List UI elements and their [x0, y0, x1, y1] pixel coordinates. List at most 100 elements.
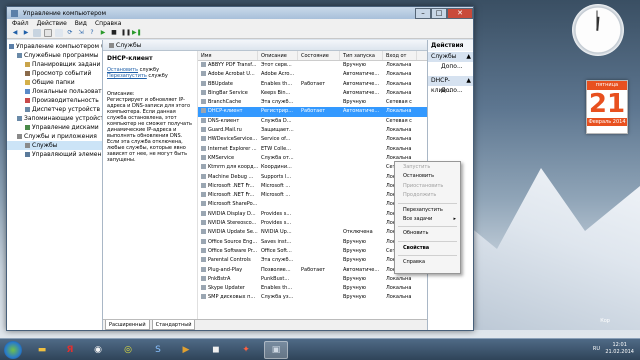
table-row[interactable]: HWDeviceService... Service of... Локальна — [198, 135, 427, 144]
context-menu-item[interactable]: Все задачи ▸ — [395, 215, 460, 224]
menu-view[interactable]: Вид — [75, 19, 87, 28]
tree-item[interactable]: Локальные пользоват — [7, 87, 102, 96]
tree-item[interactable]: Запоминающие устройст — [7, 114, 102, 123]
chrome-icon[interactable]: ◎ — [116, 341, 140, 359]
table-row[interactable]: Parental ControlsЭта служб...ВручнуюЛока… — [198, 256, 427, 265]
calendar-gadget[interactable]: пятница 21 Февраль 2014 — [586, 80, 628, 134]
menu-action[interactable]: Действие — [37, 19, 67, 28]
table-row[interactable]: Microsoft .NET Fr...Microsoft ...Локальн… — [198, 191, 427, 200]
tab-standard[interactable]: Стандартный — [151, 320, 196, 330]
table-row[interactable]: Ktmrm для коорд...Координи...Сетевая с — [198, 163, 427, 172]
tree-item[interactable]: Производительность — [7, 96, 102, 105]
tree-item[interactable]: Службы и приложения — [7, 132, 102, 141]
service-name: DNS-клиент — [198, 117, 258, 126]
computer-management-taskbar-icon[interactable]: ▣ — [264, 341, 288, 359]
table-row[interactable]: BBUpdate Enables th... Работает Автоматиче.… — [198, 80, 427, 89]
column-logon[interactable]: Вход от — [383, 51, 417, 60]
context-menu-item[interactable]: Справка — [395, 258, 460, 267]
table-row[interactable]: NVIDIA Update Se... NVIDIA Up... Отключена… — [198, 228, 427, 237]
table-row[interactable]: Office Source Eng... Saves inst... Вручную… — [198, 238, 427, 247]
column-description[interactable]: Описание — [258, 51, 298, 60]
cell-text: Локальна — [386, 108, 412, 115]
restart-service-link[interactable]: Перезапустить — [107, 73, 147, 79]
refresh-icon[interactable]: ⟳ — [66, 29, 74, 37]
close-button[interactable]: ✕ — [447, 7, 473, 19]
context-menu-item[interactable]: Свойства — [395, 244, 460, 253]
tree-item[interactable]: Управляющий элемен — [7, 150, 102, 159]
start-service-icon[interactable]: ▶ — [99, 29, 107, 37]
table-row[interactable]: Internet Explorer ... ETW Colle... Локальн… — [198, 145, 427, 154]
table-row[interactable]: KMService Служба от... Локальна — [198, 154, 427, 163]
menu-file[interactable]: Файл — [12, 19, 29, 28]
maximize-button[interactable]: □ — [431, 7, 447, 19]
antivirus-icon[interactable]: ✦ — [234, 341, 258, 359]
actions-group-dhcp[interactable]: DHCP-клие... ▲ — [428, 76, 473, 94]
tree-item[interactable]: Общие папки — [7, 78, 102, 87]
table-row[interactable]: Microsoft SharePo...Локальна — [198, 200, 427, 209]
context-menu-item[interactable]: Обновить — [395, 229, 460, 238]
table-row[interactable]: NVIDIA Stereosco...Provides s...Локальна — [198, 219, 427, 228]
table-row[interactable]: NVIDIA Display D...Provides s...Локальна — [198, 210, 427, 219]
collapse-icon[interactable]: ▲ — [466, 52, 471, 62]
up-icon[interactable] — [33, 29, 41, 37]
column-status[interactable]: Состояние — [298, 51, 340, 60]
tree-item[interactable]: Просмотр событий — [7, 69, 102, 78]
services-list[interactable]: Имя Описание Состояние Тип запуска Вход … — [198, 51, 427, 319]
pause-service-icon[interactable]: ❚❚ — [121, 29, 131, 37]
language-indicator[interactable]: RU — [593, 346, 600, 352]
table-row[interactable]: ABBYY PDF Transf... Этот серв... Вручную Ло… — [198, 61, 427, 70]
computer-management-window[interactable]: Управление компьютером – □ ✕ Файл Действ… — [6, 6, 474, 331]
cell-text: PunkBust... — [261, 275, 290, 282]
yandex-browser-icon[interactable]: Я — [58, 341, 82, 359]
export-icon[interactable]: ⇲ — [77, 29, 85, 37]
player-icon[interactable]: ▶ — [174, 341, 198, 359]
skype-icon[interactable]: S — [146, 341, 170, 359]
table-row[interactable]: Plug-and-Play Позволяе... Работает Автомати… — [198, 266, 427, 275]
tab-extended[interactable]: Расширенный — [105, 320, 150, 330]
column-startup-type[interactable]: Тип запуска — [340, 51, 383, 60]
minimize-button[interactable]: – — [415, 7, 431, 19]
media-icon[interactable]: ◉ — [86, 341, 110, 359]
collapse-icon[interactable]: ▲ — [466, 76, 471, 86]
cell-text: NVIDIA Update Se... — [208, 229, 258, 236]
title-bar[interactable]: Управление компьютером – □ ✕ — [7, 7, 473, 19]
start-button[interactable] — [4, 341, 22, 359]
table-row[interactable]: Guard.Mail.ru Защищает... Локальна — [198, 126, 427, 135]
stop-service-icon[interactable]: ■ — [110, 29, 118, 37]
table-row[interactable]: Skype Updater Enables th... Вручную Локальн… — [198, 284, 427, 293]
tree-item[interactable]: Управление дисками — [7, 123, 102, 132]
explorer-icon[interactable]: ▬ — [30, 341, 54, 359]
context-menu-item-label: Перезапустить — [403, 206, 443, 213]
table-row[interactable]: Microsoft .NET Fr...Microsoft ...Локальн… — [198, 182, 427, 191]
tray-clock[interactable]: 12:01 21.02.2014 — [605, 342, 634, 356]
context-menu-item[interactable]: Перезапустить — [395, 206, 460, 215]
properties-icon[interactable] — [55, 29, 63, 37]
help-icon[interactable]: ? — [88, 29, 96, 37]
context-menu-item[interactable]: Остановить — [395, 172, 460, 181]
table-row[interactable]: BingBar Service Keeps Bin... Автоматиче...… — [198, 89, 427, 98]
back-icon[interactable]: ◀ — [11, 29, 19, 37]
menu-help[interactable]: Справка — [95, 19, 121, 28]
tree-item[interactable]: Службы — [7, 141, 102, 150]
actions-group-services[interactable]: Службы ▲ — [428, 52, 473, 62]
forward-icon[interactable]: ▶ — [22, 29, 30, 37]
table-row[interactable]: Office Software Pr... Office Soft... Вручн… — [198, 247, 427, 256]
column-name[interactable]: Имя — [198, 51, 258, 60]
photo-icon[interactable]: ◼ — [204, 341, 228, 359]
tree-item[interactable]: Планировщик задани — [7, 60, 102, 69]
restart-service-icon[interactable]: ▶❚ — [132, 29, 142, 37]
show-hide-tree-icon[interactable] — [44, 29, 52, 37]
table-row[interactable]: BranchCache Эта служб... Вручную Сетевая с — [198, 98, 427, 107]
tree-item[interactable]: Служебные программы — [7, 51, 102, 60]
table-row[interactable]: Adobe Acrobat U... Adobe Acro... Автоматич… — [198, 70, 427, 79]
tree-item[interactable]: Диспетчер устройств — [7, 105, 102, 114]
table-row[interactable]: DHCP-клиент Регистрир... Работает Автоматич… — [198, 107, 427, 117]
actions-more-services[interactable]: Допо... — [428, 62, 473, 72]
table-row[interactable]: Machine Debug ...Supports l...Локальна — [198, 173, 427, 182]
tree-item[interactable]: Управление компьютером (л — [7, 42, 102, 51]
clock-gadget[interactable] — [572, 4, 624, 56]
table-row[interactable]: SMP дисковых п... Служба уз... Вручную Лока… — [198, 293, 427, 302]
tree-item-label: Запоминающие устройст — [24, 115, 102, 122]
table-row[interactable]: PnkBstrA PunkBust... Вручную Локальна — [198, 275, 427, 284]
table-row[interactable]: DNS-клиент Служба D... Сетевая с — [198, 117, 427, 126]
